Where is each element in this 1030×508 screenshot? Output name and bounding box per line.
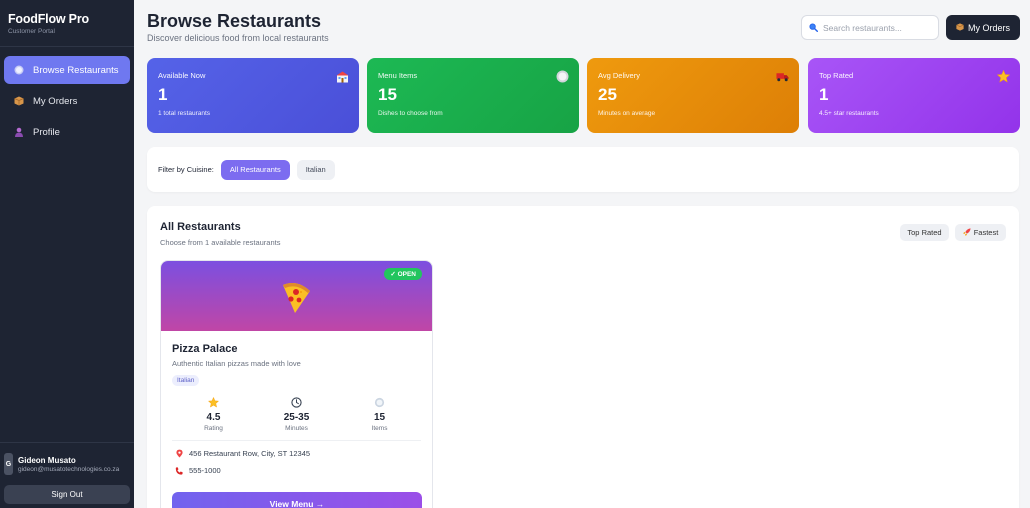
sidebar-item-my-orders[interactable]: My Orders bbox=[4, 87, 130, 115]
package-icon bbox=[956, 22, 964, 33]
sort-fastest-button[interactable]: Fastest bbox=[955, 224, 1006, 241]
stat-label: Available Now bbox=[158, 71, 206, 80]
rating-label: Rating bbox=[204, 425, 223, 432]
restaurant-metrics: 4.5 Rating 25-35 Minutes 15 Items bbox=[172, 395, 421, 441]
status-badge: ✓ OPEN bbox=[384, 268, 422, 280]
page-title: Browse Restaurants bbox=[147, 11, 322, 31]
sidebar-item-label: Profile bbox=[33, 126, 60, 138]
stat-card-available-now: Available Now 1 1 total restaurants bbox=[147, 58, 359, 133]
restaurant-banner: ✓ OPEN bbox=[161, 261, 432, 331]
metric-delivery-time: 25-35 Minutes bbox=[255, 395, 338, 432]
user-icon bbox=[14, 127, 24, 137]
search-box[interactable] bbox=[801, 15, 939, 40]
sidebar-nav: Browse Restaurants My Orders Profile bbox=[0, 47, 134, 146]
stat-value: 15 bbox=[378, 85, 397, 104]
plate-icon bbox=[338, 395, 421, 409]
view-menu-button[interactable]: View Menu → bbox=[172, 492, 422, 508]
sidebar-item-profile[interactable]: Profile bbox=[4, 118, 130, 146]
metric-items: 15 Items bbox=[338, 395, 421, 432]
rocket-icon bbox=[963, 227, 971, 238]
map-pin-icon bbox=[174, 449, 184, 458]
page-subtitle: Discover delicious food from local resta… bbox=[147, 33, 329, 43]
stat-desc: 4.5+ star restaurants bbox=[819, 110, 879, 117]
items-label: Items bbox=[371, 425, 388, 432]
stat-value: 1 bbox=[158, 85, 168, 104]
filter-chip-italian[interactable]: Italian bbox=[296, 159, 335, 180]
my-orders-button[interactable]: My Orders bbox=[946, 15, 1020, 40]
brand-title: FoodFlow Pro bbox=[8, 12, 89, 26]
brand: FoodFlow Pro Customer Portal bbox=[0, 0, 134, 47]
stat-card-avg-delivery: Avg Delivery 25 Minutes on average bbox=[587, 58, 799, 133]
stat-value: 1 bbox=[819, 85, 829, 104]
restaurant-card-body: Pizza Palace Authentic Italian pizzas ma… bbox=[161, 331, 432, 475]
delivery-truck-icon bbox=[776, 70, 789, 83]
stat-card-menu-items: Menu Items 15 Dishes to choose from bbox=[367, 58, 579, 133]
user-info: G Gideon Musato gideon@musatotechnologie… bbox=[4, 453, 130, 475]
avatar: G bbox=[4, 453, 13, 475]
sort-fastest-label: Fastest bbox=[973, 228, 999, 237]
sidebar-item-label: My Orders bbox=[33, 95, 78, 107]
delivery-time-label: Minutes bbox=[285, 425, 308, 432]
items-value: 15 bbox=[373, 412, 386, 423]
phone-row: 555-1000 bbox=[172, 466, 421, 475]
restaurants-panel: All Restaurants Choose from 1 available … bbox=[147, 206, 1019, 508]
filter-label: Filter by Cuisine: bbox=[158, 165, 214, 174]
restaurant-card[interactable]: ✓ OPEN Pizza Palace Authentic Italian pi… bbox=[160, 260, 433, 508]
panel-subtitle: Choose from 1 available restaurants bbox=[160, 238, 281, 247]
metric-rating: 4.5 Rating bbox=[172, 395, 255, 432]
stat-value: 25 bbox=[598, 85, 617, 104]
cuisine-tag: Italian bbox=[172, 375, 200, 386]
user-name: Gideon Musato bbox=[18, 455, 76, 465]
star-icon bbox=[997, 70, 1010, 83]
sidebar-item-label: Browse Restaurants bbox=[33, 64, 119, 76]
restaurant-name: Pizza Palace bbox=[172, 343, 238, 355]
star-icon bbox=[172, 395, 255, 409]
plate-icon bbox=[14, 65, 24, 75]
stat-label: Menu Items bbox=[378, 71, 418, 80]
my-orders-label: My Orders bbox=[967, 22, 1010, 33]
stat-desc: 1 total restaurants bbox=[158, 110, 211, 117]
phone-icon bbox=[174, 466, 184, 475]
filter-chip-all-restaurants[interactable]: All Restaurants bbox=[220, 159, 290, 180]
clock-icon bbox=[255, 395, 338, 409]
user-block: G Gideon Musato gideon@musatotechnologie… bbox=[0, 442, 134, 504]
panel-title: All Restaurants bbox=[160, 221, 241, 233]
restaurant-phone: 555-1000 bbox=[189, 466, 221, 475]
sidebar-item-browse-restaurants[interactable]: Browse Restaurants bbox=[4, 56, 130, 84]
stat-desc: Dishes to choose from bbox=[378, 110, 443, 117]
sort-top-rated-button[interactable]: Top Rated bbox=[900, 224, 949, 241]
stat-label: Top Rated bbox=[819, 71, 854, 80]
restaurant-address: 456 Restaurant Row, City, ST 12345 bbox=[189, 449, 311, 458]
stat-desc: Minutes on average bbox=[598, 110, 656, 117]
package-icon bbox=[14, 96, 24, 106]
user-email: gideon@musatotechnologies.co.za bbox=[18, 465, 120, 473]
stat-card-top-rated: Top Rated 1 4.5+ star restaurants bbox=[808, 58, 1020, 133]
delivery-time-value: 25-35 bbox=[283, 412, 310, 423]
pizza-icon bbox=[277, 277, 315, 315]
restaurant-description: Authentic Italian pizzas made with love bbox=[172, 359, 301, 368]
brand-subtitle: Customer Portal bbox=[8, 28, 55, 35]
sidebar: FoodFlow Pro Customer Portal Browse Rest… bbox=[0, 0, 134, 508]
restaurant-icon bbox=[336, 70, 349, 83]
sign-out-button[interactable]: Sign Out bbox=[4, 485, 130, 504]
search-input[interactable] bbox=[823, 22, 931, 33]
search-icon bbox=[809, 19, 818, 37]
plate-icon bbox=[556, 70, 569, 83]
cuisine-filter: Filter by Cuisine: All Restaurants Itali… bbox=[147, 147, 1019, 192]
stat-label: Avg Delivery bbox=[598, 71, 640, 80]
address-row: 456 Restaurant Row, City, ST 12345 bbox=[172, 449, 421, 458]
rating-value: 4.5 bbox=[206, 412, 221, 423]
